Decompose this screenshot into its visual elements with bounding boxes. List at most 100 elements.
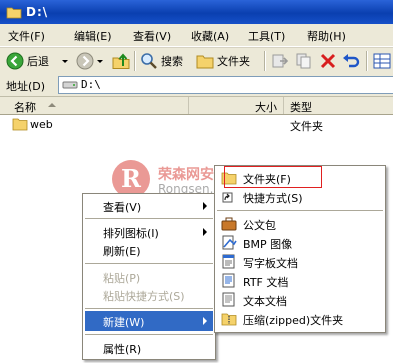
- menu-item-label: 粘贴(P): [103, 272, 141, 285]
- views-button[interactable]: [373, 52, 391, 70]
- title-bar: D:\: [0, 0, 393, 24]
- menu-separator: [217, 210, 383, 211]
- move-to-button[interactable]: [271, 52, 289, 70]
- menu-item-label: 写字板文档: [243, 257, 298, 270]
- forward-button[interactable]: [76, 52, 94, 70]
- column-header-size[interactable]: 大小: [189, 97, 284, 114]
- toolbar: 后退 搜索 文件夹: [0, 47, 393, 75]
- menu-separator: [85, 308, 213, 309]
- window-title: D:\: [26, 5, 49, 19]
- menu-item-label: RTF 文档: [243, 276, 289, 289]
- up-folder-button[interactable]: [112, 52, 130, 70]
- new-submenu: 文件夹(F) 快捷方式(S) 公文包 BMP 图像 写字板文档 RTF 文档 文…: [214, 165, 386, 333]
- menu-item-arrange-icons[interactable]: 排列图标(I): [85, 222, 213, 242]
- drive-icon: [62, 81, 78, 89]
- list-item[interactable]: web 文件夹: [0, 117, 393, 133]
- undo-button[interactable]: [342, 52, 360, 70]
- submenu-arrow-icon: [203, 317, 207, 325]
- menu-edit[interactable]: 编辑(E): [74, 28, 112, 44]
- search-icon: [141, 53, 157, 69]
- delete-x-icon: [320, 53, 336, 69]
- new-zip-folder-item[interactable]: 压缩(zipped)文件夹: [217, 309, 383, 329]
- move-to-icon: [272, 54, 289, 68]
- new-briefcase-item[interactable]: 公文包: [217, 214, 383, 234]
- search-label: 搜索: [161, 55, 183, 68]
- column-header-name[interactable]: 名称: [0, 97, 189, 114]
- address-input[interactable]: D:\: [58, 76, 393, 94]
- folders-button[interactable]: 文件夹: [196, 52, 250, 70]
- bmp-image-icon: [222, 235, 237, 250]
- menu-item-new[interactable]: 新建(W): [85, 311, 213, 331]
- column-name-label: 名称: [14, 101, 36, 114]
- list-header: 名称 大小 类型: [0, 97, 393, 115]
- forward-dropdown[interactable]: [97, 52, 103, 70]
- chevron-down-icon: [62, 60, 68, 63]
- back-arrow-icon: [6, 52, 24, 70]
- menu-view[interactable]: 查看(V): [133, 28, 171, 44]
- menu-item-properties[interactable]: 属性(R): [85, 338, 213, 358]
- back-button[interactable]: 后退: [6, 52, 49, 70]
- menu-bar: 文件(F) 编辑(E) 查看(V) 收藏(A) 工具(T) 帮助(H): [0, 24, 393, 47]
- new-shortcut-item[interactable]: 快捷方式(S): [217, 187, 383, 207]
- undo-icon: [343, 54, 360, 68]
- menu-separator: [85, 218, 213, 219]
- forward-arrow-icon: [76, 52, 94, 70]
- address-label: 地址(D): [6, 80, 46, 93]
- copy-to-icon: [296, 53, 311, 69]
- menu-item-view[interactable]: 查看(V): [85, 196, 213, 216]
- toolbar-separator: [366, 51, 368, 71]
- new-text-document-item[interactable]: 文本文档: [217, 290, 383, 310]
- folder-icon: [196, 55, 214, 69]
- search-button[interactable]: 搜索: [140, 52, 183, 70]
- menu-item-label: 刷新(E): [103, 245, 141, 258]
- briefcase-icon: [221, 217, 237, 231]
- menu-item-label: 公文包: [243, 219, 276, 232]
- menu-item-label: 压缩(zipped)文件夹: [243, 314, 344, 327]
- menu-item-label: 查看(V): [103, 201, 142, 214]
- menu-item-label: 文件夹(F): [243, 173, 291, 186]
- delete-button[interactable]: [319, 52, 337, 70]
- zip-folder-icon: [221, 313, 237, 326]
- menu-item-label: 属性(R): [103, 343, 142, 356]
- submenu-arrow-icon: [203, 228, 207, 236]
- new-wordpad-item[interactable]: 写字板文档: [217, 252, 383, 272]
- new-rtf-item[interactable]: RTF 文档: [217, 271, 383, 291]
- menu-tools[interactable]: 工具(T): [248, 28, 285, 44]
- menu-separator: [85, 334, 213, 335]
- back-label: 后退: [27, 55, 49, 68]
- folder-icon: [12, 118, 28, 131]
- column-type-label: 类型: [290, 101, 312, 114]
- menu-item-label: 粘贴快捷方式(S): [103, 290, 185, 303]
- menu-separator: [85, 263, 213, 264]
- chevron-down-icon: [97, 60, 103, 63]
- address-bar: 地址(D) D:\: [0, 74, 393, 97]
- rtf-document-icon: [222, 273, 235, 288]
- file-type: 文件夹: [290, 120, 323, 133]
- menu-item-paste: 粘贴(P): [85, 267, 213, 287]
- new-folder-item[interactable]: 文件夹(F): [217, 168, 383, 188]
- menu-item-refresh[interactable]: 刷新(E): [85, 240, 213, 260]
- up-folder-icon: [112, 53, 130, 69]
- back-dropdown[interactable]: [62, 52, 68, 70]
- folders-label: 文件夹: [217, 55, 250, 68]
- folder-icon: [221, 172, 237, 185]
- menu-help[interactable]: 帮助(H): [307, 28, 346, 44]
- column-header-type[interactable]: 类型: [284, 97, 393, 114]
- menu-item-label: 排列图标(I): [103, 227, 159, 240]
- toolbar-separator: [264, 51, 266, 71]
- copy-to-button[interactable]: [295, 52, 313, 70]
- folder-window-icon: [6, 7, 22, 19]
- new-bmp-item[interactable]: BMP 图像: [217, 233, 383, 253]
- address-value: D:\: [81, 78, 101, 91]
- menu-file[interactable]: 文件(F): [8, 28, 45, 44]
- file-name: web: [30, 118, 53, 131]
- menu-item-paste-shortcut: 粘贴快捷方式(S): [85, 285, 213, 305]
- menu-favorites[interactable]: 收藏(A): [191, 28, 229, 44]
- menu-item-label: 新建(W): [103, 316, 145, 329]
- menu-item-label: 文本文档: [243, 295, 287, 308]
- shortcut-icon: [222, 192, 233, 203]
- wordpad-icon: [222, 254, 235, 269]
- column-size-label: 大小: [255, 101, 277, 114]
- sort-up-icon: [48, 103, 56, 107]
- views-grid-icon: [373, 53, 391, 69]
